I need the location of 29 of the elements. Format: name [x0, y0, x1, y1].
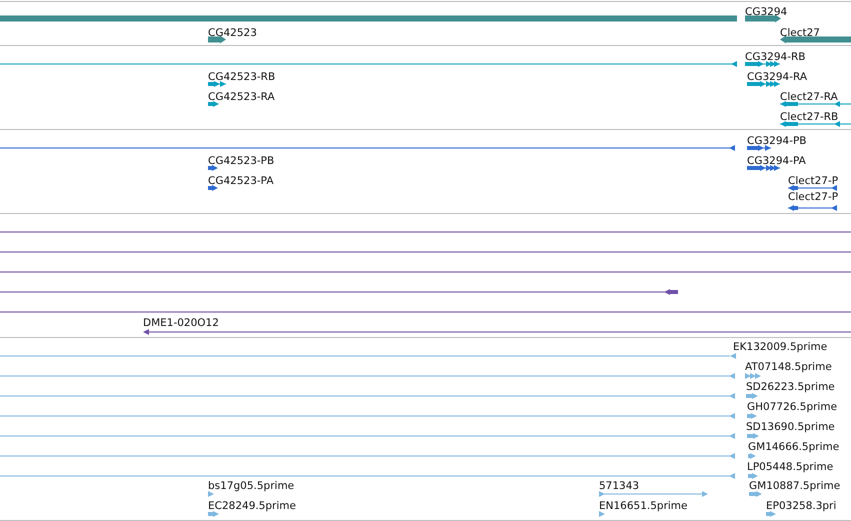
feature-label: Clect27 [780, 27, 820, 39]
feature-label: 571343 [599, 480, 640, 492]
feature-label: EN16651.5prime [599, 500, 688, 512]
feature-label: CG3294-RA [747, 71, 808, 83]
feature-label: GM10887.5prime [749, 480, 840, 492]
feature-label: Clect27-RB [780, 111, 838, 123]
feature-label: SD26223.5prime [746, 381, 835, 393]
feature-label: CG42523-RB [208, 71, 276, 83]
feature-label: SD13690.5prime [746, 421, 835, 433]
feature-label: bs17g05.5prime [208, 480, 294, 492]
feature-label: CG3294-PB [747, 135, 807, 147]
feature-label: EP03258.3pri [766, 500, 836, 512]
feature-label: AT07148.5prime [745, 361, 832, 373]
feature-label: GM14666.5prime [748, 441, 840, 453]
feature-label: CG42523-PA [208, 175, 274, 187]
feature-label: LP05448.5prime [747, 461, 834, 473]
feature-label: CG42523-RA [208, 91, 275, 103]
feature-label: Clect27-RA [780, 91, 838, 103]
feature-label: Clect27-P [788, 191, 838, 203]
feature-label: EC28249.5prime [208, 500, 296, 512]
feature-label: GH07726.5prime [747, 401, 838, 413]
feature-label: CG3294-PA [747, 155, 806, 167]
feature-label: CG42523-PB [208, 155, 274, 167]
feature-label: CG3294 [745, 6, 788, 18]
feature-label: CG42523 [208, 27, 257, 39]
feature-label: Clect27-P [788, 175, 838, 187]
feature-label: DME1-020O12 [143, 317, 219, 329]
feature-label: EK132009.5prime [733, 341, 828, 353]
feature-label: CG3294-RB [745, 51, 806, 63]
